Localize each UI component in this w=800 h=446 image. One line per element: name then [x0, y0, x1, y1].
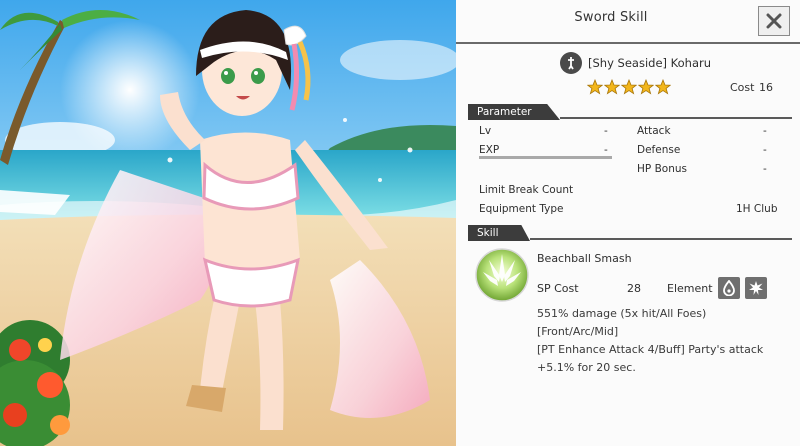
parameter-section-header: Parameter [468, 104, 792, 120]
skill-description-line: [PT Enhance Attack 4/Buff] Party's attac… [537, 343, 764, 374]
close-button[interactable] [758, 6, 790, 36]
lv-value: - [604, 125, 608, 137]
skill-description: 551% damage (5x hit/All Foes)[Front/Arc/… [537, 305, 787, 377]
skill-name: Beachball Smash [537, 252, 632, 265]
star-icon [604, 79, 620, 95]
water-drop-icon [718, 277, 740, 299]
star-icon [655, 79, 671, 95]
skill-section-header: Skill [468, 225, 792, 241]
attack-label: Attack [637, 125, 671, 137]
character-header: [Shy Seaside] Koharu [560, 52, 711, 74]
exp-value: - [604, 144, 608, 156]
sp-cost-label: SP Cost [537, 282, 579, 295]
sp-cost-value: 28 [627, 282, 641, 295]
element-label: Element [667, 282, 713, 295]
hp-bonus-value: - [763, 163, 767, 175]
equipment-type-value: 1H Club [736, 203, 778, 215]
star-icon [621, 79, 637, 95]
star-icon [638, 79, 654, 95]
section-rule [560, 117, 792, 119]
skill-icon [475, 248, 529, 302]
dialog-title: Sword Skill [574, 10, 648, 25]
lv-label: Lv [479, 125, 492, 137]
parameter-tab-label: Parameter [468, 104, 560, 120]
exp-label: EXP [479, 144, 500, 156]
rarity-stars [587, 79, 671, 95]
character-illustration [0, 0, 456, 446]
cost-label: Cost [730, 81, 755, 94]
character-name: [Shy Seaside] Koharu [588, 56, 712, 70]
section-rule [530, 238, 792, 240]
defense-label: Defense [637, 144, 681, 156]
close-x-icon [766, 13, 782, 29]
skill-tab-label: Skill [468, 225, 530, 241]
skill-detail-panel: Sword Skill [Shy Seaside] Koharu Cost 16… [456, 0, 800, 446]
title-divider [456, 42, 800, 44]
exp-progress-bar [479, 156, 612, 159]
burst-icon [745, 277, 767, 299]
skill-description-line: 551% damage (5x hit/All Foes)[Front/Arc/… [537, 307, 707, 338]
attack-value: - [763, 125, 767, 137]
star-icon [587, 79, 603, 95]
equipment-type-label: Equipment Type [479, 203, 564, 215]
hp-bonus-label: HP Bonus [637, 163, 687, 175]
cost-value: 16 [759, 81, 773, 94]
limit-break-label: Limit Break Count [479, 184, 574, 196]
defense-value: - [763, 144, 767, 156]
sword-class-icon [560, 52, 582, 74]
